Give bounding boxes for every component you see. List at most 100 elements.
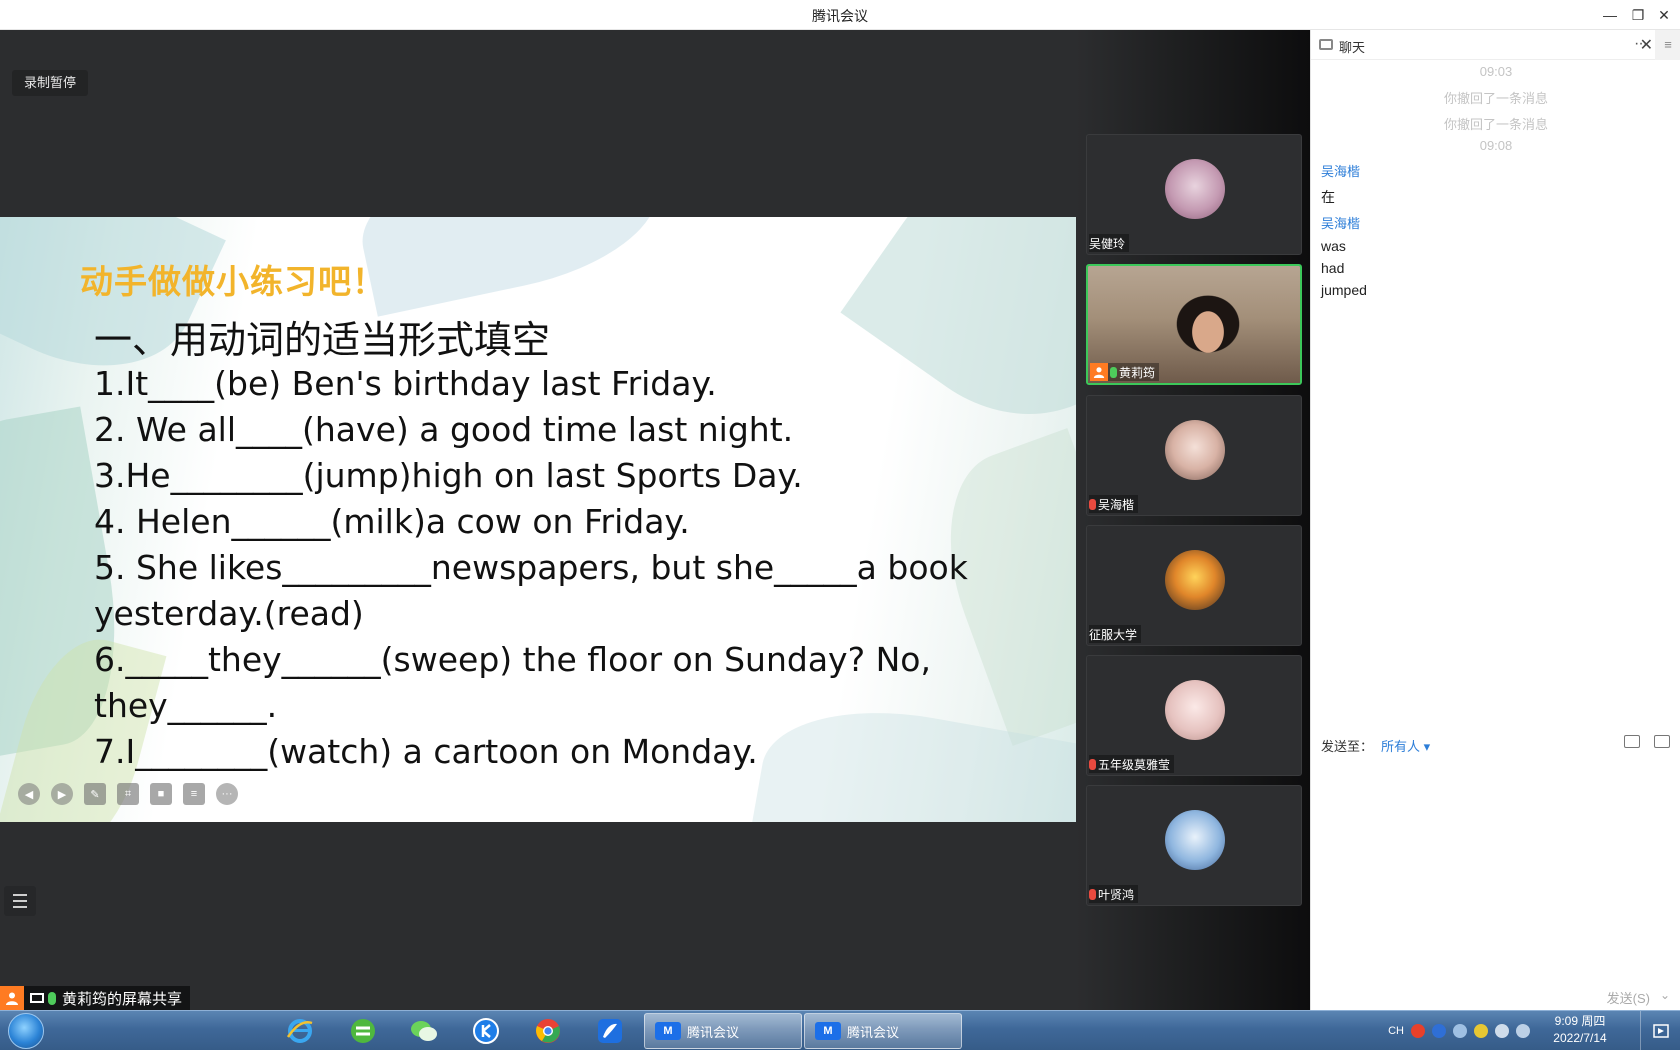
chat-timestamp: 09:03 — [1479, 64, 1513, 79]
participant-name-tag: 叶贤鸿 — [1089, 885, 1139, 903]
start-button[interactable] — [8, 1013, 44, 1049]
participant-name: 叶贤鸿 — [1098, 887, 1135, 902]
input-language[interactable]: CH — [1388, 1025, 1404, 1037]
clock-date: 2022/7/14 — [1553, 1031, 1607, 1045]
share-label: 黄莉筠的屏幕共享 — [62, 990, 183, 1008]
next-icon[interactable]: ▶ — [51, 783, 73, 805]
participant-name: 征服大学 — [1089, 627, 1138, 642]
file-icon[interactable] — [1624, 735, 1640, 748]
exercise-line: 4. Helen______(milk)a cow on Friday. — [94, 502, 690, 541]
send-to-dropdown[interactable]: 所有人 ▾ — [1381, 736, 1430, 755]
exercise-line: 3.He________(jump)high on last Sports Da… — [94, 456, 803, 495]
participant-tile-active-speaker[interactable]: 黄莉筠 — [1086, 264, 1302, 385]
participant-list: 吴健玲 黄莉筠 吴海楷 征服大学 五年级莫雅莹 叶贤鸿 — [1076, 30, 1310, 1010]
participant-tile[interactable]: 五年级莫雅莹 — [1086, 655, 1302, 776]
chat-system-message: 你撤回了一条消息 — [1443, 117, 1548, 132]
participant-tile[interactable]: 叶贤鸿 — [1086, 785, 1302, 906]
avatar — [1165, 159, 1225, 219]
prev-icon[interactable]: ◀ — [18, 783, 40, 805]
taskbar: M 腾讯会议 M 腾讯会议 CH 9:09 周四 2022/7/14 — [0, 1010, 1680, 1051]
participant-name: 黄莉筠 — [1119, 365, 1156, 380]
participant-name-tag: 五年级莫雅莹 — [1089, 755, 1175, 773]
window-title: 腾讯会议 — [812, 8, 868, 24]
help-icon[interactable] — [1432, 1024, 1446, 1038]
mic-muted-icon — [1089, 888, 1096, 900]
more-icon[interactable]: ··· — [216, 783, 238, 805]
taskbar-window-label: 腾讯会议 — [687, 1024, 740, 1040]
tencent-meeting-icon: M — [655, 1022, 681, 1040]
participant-name-tag: 吴海楷 — [1089, 495, 1139, 513]
exercise-line: yesterday.(read) — [94, 594, 364, 633]
close-button[interactable]: ✕ — [1650, 3, 1678, 27]
notification-icon[interactable] — [1640, 1011, 1680, 1051]
recording-status-badge[interactable]: 录制暂停 — [12, 70, 89, 96]
screen-share-icon — [30, 993, 44, 1003]
360-icon[interactable] — [347, 1016, 379, 1046]
chrome-icon[interactable] — [532, 1016, 564, 1046]
system-clock[interactable]: 9:09 周四 2022/7/14 — [1542, 1013, 1618, 1047]
exercise-list: 1.It____(be) Ben's birthday last Friday.… — [94, 361, 994, 775]
slide-heading: 动手做做小练习吧！ — [80, 262, 386, 301]
chat-message: was — [1321, 238, 1346, 254]
chat-header: 聊天 ··· ✕ ≡ — [1311, 30, 1680, 60]
chat-message: jumped — [1321, 282, 1367, 298]
chat-sender-name[interactable]: 吴海楷 — [1321, 213, 1360, 232]
camera-icon[interactable]: ■ — [150, 783, 172, 805]
chat-title: 聊天 — [1339, 40, 1366, 55]
screenshot-icon[interactable] — [1654, 735, 1670, 748]
tray-expand-icon[interactable] — [1453, 1024, 1467, 1038]
participant-name-tag: 黄莉筠 — [1090, 363, 1160, 381]
host-icon — [1090, 363, 1108, 381]
volume-icon[interactable] — [1495, 1024, 1509, 1038]
minimize-button[interactable]: — — [1596, 3, 1624, 27]
monitor-icon[interactable] — [1516, 1024, 1530, 1038]
screen-share-indicator: 黄莉筠的屏幕共享 — [0, 986, 191, 1010]
pen-icon[interactable]: ✎ — [84, 783, 106, 805]
participant-name: 吴健玲 — [1089, 236, 1126, 251]
restore-button[interactable]: ❐ — [1624, 3, 1652, 27]
avatar — [1165, 810, 1225, 870]
avatar — [1165, 420, 1225, 480]
chat-sender-name[interactable]: 吴海楷 — [1321, 161, 1360, 180]
wechat-icon[interactable] — [408, 1016, 440, 1046]
taskbar-window-tencent-meeting[interactable]: M 腾讯会议 — [644, 1013, 802, 1049]
chat-close-button[interactable]: ✕ — [1640, 35, 1653, 55]
avatar — [1165, 680, 1225, 740]
participant-name: 五年级莫雅莹 — [1098, 757, 1171, 772]
mic-muted-icon — [1089, 758, 1096, 770]
chat-input-toolbar — [1624, 735, 1670, 748]
kugou-icon[interactable] — [470, 1016, 502, 1046]
exercise-line: 5. She likes_________newspapers, but she… — [94, 548, 968, 587]
participant-tile[interactable]: 吴健玲 — [1086, 134, 1302, 255]
list-menu-icon[interactable] — [4, 886, 36, 916]
tencent-meeting-icon: M — [815, 1022, 841, 1040]
host-person-icon — [0, 986, 24, 1010]
chat-system-message: 你撤回了一条消息 — [1443, 91, 1548, 106]
exercise-line: 1.It____(be) Ben's birthday last Friday. — [94, 364, 717, 403]
taskbar-window-label: 腾讯会议 — [847, 1024, 900, 1040]
participant-tile[interactable]: 吴海楷 — [1086, 395, 1302, 516]
participant-name-tag: 征服大学 — [1089, 625, 1142, 643]
comment-icon[interactable]: ≡ — [183, 783, 205, 805]
avatar — [1165, 550, 1225, 610]
taskbar-window-tencent-meeting[interactable]: M 腾讯会议 — [804, 1013, 962, 1049]
presentation-slide: 动手做做小练习吧！ 一、用动词的适当形式填空 1.It____(be) Ben'… — [0, 217, 1076, 822]
exercise-line: they______. — [94, 686, 278, 725]
screenshot-icon[interactable]: ⌗ — [117, 783, 139, 805]
shared-screen-area: 录制暂停 动手做做小练习吧！ 一、用动词的适当形式填空 1.It____(be)… — [0, 30, 1076, 1010]
send-button[interactable]: 发送(S) — [1607, 988, 1650, 1007]
network-icon[interactable] — [1474, 1024, 1488, 1038]
leaf-decoration — [348, 217, 672, 317]
feishu-icon[interactable] — [594, 1016, 626, 1046]
ie-icon[interactable] — [284, 1016, 316, 1046]
participant-tile[interactable]: 征服大学 — [1086, 525, 1302, 646]
title-bar: 腾讯会议 — ❐ ✕ — [0, 0, 1680, 30]
send-options-dropdown[interactable]: ⌄ — [1660, 988, 1670, 1002]
chat-bubble-icon — [1319, 39, 1333, 50]
clock-time: 9:09 周四 — [1554, 1014, 1606, 1028]
slide-toolbar: ◀ ▶ ✎ ⌗ ■ ≡ ··· — [18, 782, 238, 806]
side-panel-toggle[interactable]: ≡ — [1655, 30, 1680, 60]
exercise-line: 7.I________(watch) a cartoon on Monday. — [94, 732, 758, 771]
sogou-icon[interactable] — [1411, 1024, 1425, 1038]
exercise-line: 2. We all____(have) a good time last nig… — [94, 410, 794, 449]
